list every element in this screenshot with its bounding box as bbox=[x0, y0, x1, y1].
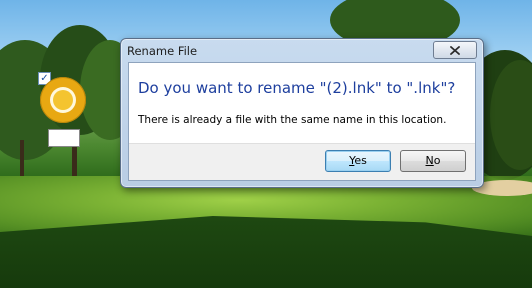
yes-label-rest: es bbox=[354, 154, 367, 167]
dialog-title: Rename File bbox=[127, 44, 198, 58]
rename-file-dialog: Rename File Do you want to rename "(2).l… bbox=[120, 38, 484, 188]
desktop-shortcut[interactable]: ✓ bbox=[36, 72, 92, 152]
close-icon bbox=[450, 45, 460, 55]
main-instruction: Do you want to rename "(2).lnk" to ".lnk… bbox=[138, 79, 456, 97]
dialog-titlebar[interactable]: Rename File bbox=[127, 41, 477, 61]
dialog-content: Do you want to rename "(2).lnk" to ".lnk… bbox=[128, 62, 476, 181]
shortcut-rename-box[interactable] bbox=[48, 129, 80, 147]
chrome-canary-icon bbox=[40, 77, 86, 123]
dialog-button-bar: Yes No bbox=[129, 143, 475, 180]
no-mnemonic: N bbox=[425, 154, 434, 167]
no-button[interactable]: No bbox=[400, 150, 466, 172]
yes-button[interactable]: Yes bbox=[325, 150, 391, 172]
no-label-rest: o bbox=[433, 154, 441, 167]
detail-text: There is already a file with the same na… bbox=[138, 114, 447, 126]
close-button[interactable] bbox=[433, 41, 477, 59]
